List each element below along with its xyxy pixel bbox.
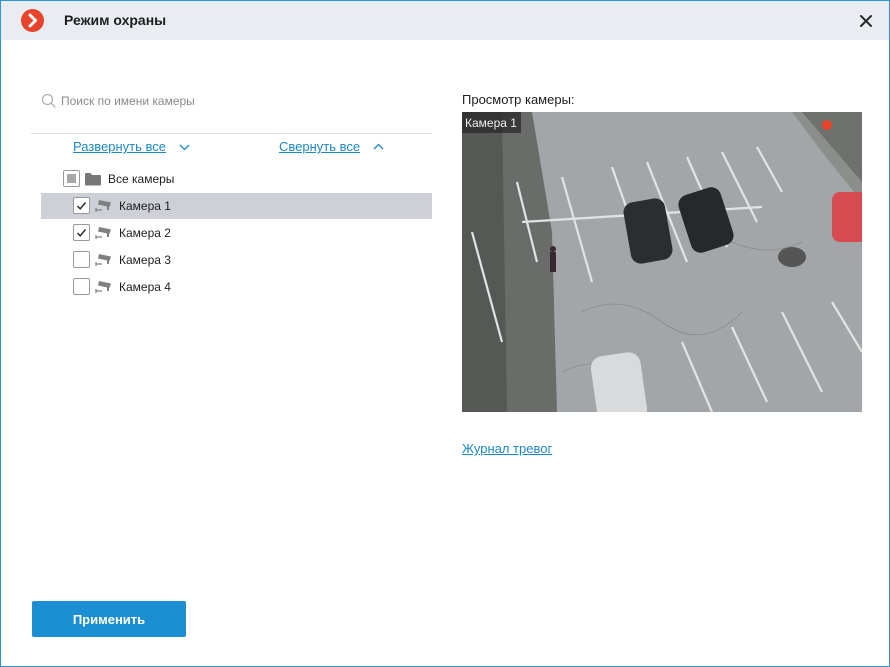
collapse-all-link[interactable]: Свернуть все: [279, 139, 360, 154]
chevron-down-icon[interactable]: [178, 142, 191, 152]
camera-1-checkbox[interactable]: [73, 197, 90, 214]
expand-all-link[interactable]: Развернуть все: [73, 139, 166, 154]
tree-item-camera-3[interactable]: Камера 3: [41, 247, 432, 273]
alarm-log-link[interactable]: Журнал тревог: [462, 441, 552, 456]
tree-item-camera-2[interactable]: Камера 2: [41, 220, 432, 246]
checkmark-icon: [76, 202, 87, 210]
tree-item-label: Камера 2: [119, 226, 171, 240]
checkmark-icon: [76, 229, 87, 237]
camera-icon: [95, 254, 111, 266]
camera-2-checkbox[interactable]: [73, 224, 90, 241]
close-button[interactable]: [855, 10, 877, 32]
security-mode-dialog: Режим охраны Развернуть все Свернуть все…: [0, 0, 890, 667]
title-bar: Режим охраны: [1, 1, 889, 40]
camera-3-checkbox[interactable]: [73, 251, 90, 268]
camera-4-checkbox[interactable]: [73, 278, 90, 295]
camera-icon: [95, 281, 111, 293]
tree-item-label: Камера 4: [119, 280, 171, 294]
tree-item-camera-1[interactable]: Камера 1: [41, 193, 432, 219]
chevron-up-icon[interactable]: [372, 142, 385, 152]
tree-item-label: Камера 1: [119, 199, 171, 213]
window-title: Режим охраны: [64, 12, 167, 28]
camera-search: [31, 87, 432, 134]
all-cameras-checkbox[interactable]: [63, 170, 80, 187]
camera-video-preview[interactable]: Камера 1: [462, 112, 862, 412]
camera-icon: [95, 227, 111, 239]
tree-item-camera-4[interactable]: Камера 4: [41, 274, 432, 300]
camera-preview-label: Просмотр камеры:: [462, 92, 575, 107]
camera-icon: [95, 200, 111, 212]
close-icon: [860, 15, 872, 27]
search-icon: [41, 93, 56, 108]
search-input[interactable]: [61, 91, 421, 111]
app-logo-icon: [21, 9, 44, 32]
folder-icon: [85, 173, 101, 186]
parking-lot-video-frame: [462, 112, 862, 412]
apply-button[interactable]: Применить: [32, 601, 186, 637]
tree-item-all-cameras[interactable]: Все камеры: [41, 166, 432, 192]
tree-item-label: Все камеры: [108, 172, 175, 186]
camera-name-overlay: Камера 1: [462, 112, 521, 133]
tree-item-label: Камера 3: [119, 253, 171, 267]
